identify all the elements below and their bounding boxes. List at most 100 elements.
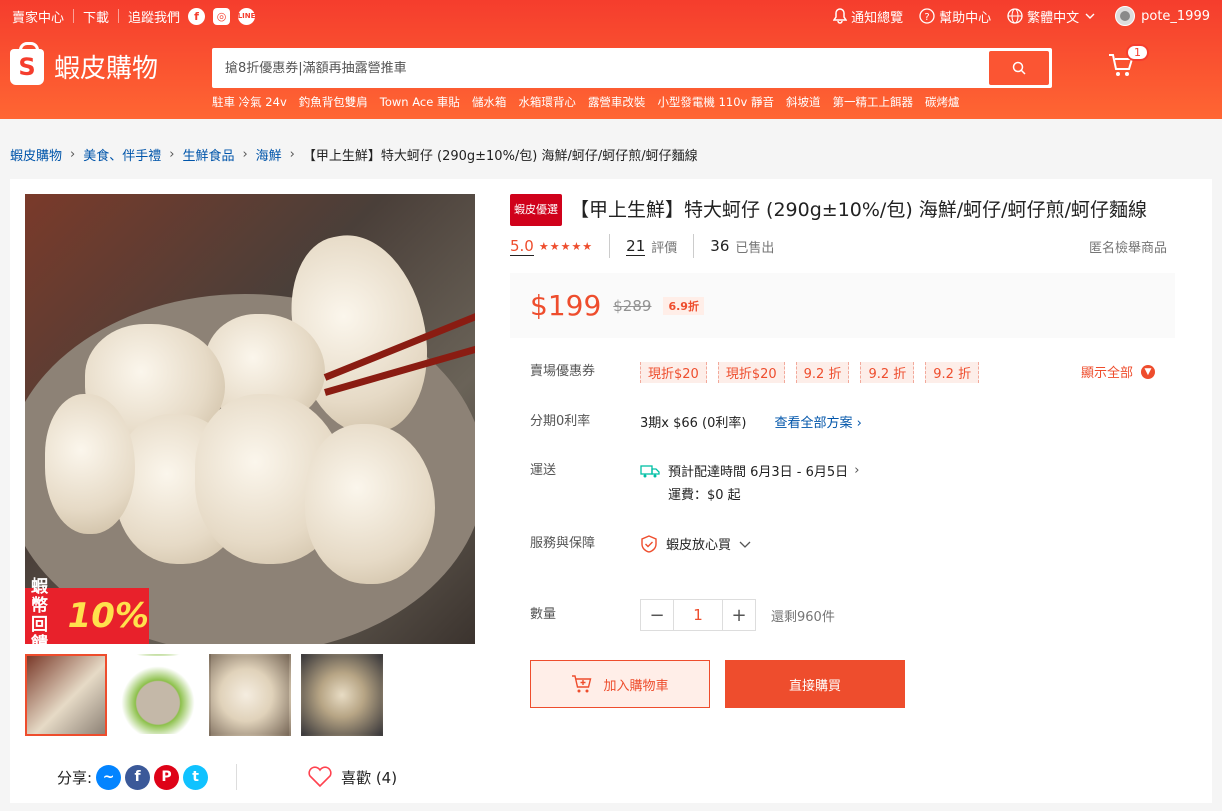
line-icon[interactable]: LINE xyxy=(238,7,255,25)
chevron-right-icon: › xyxy=(70,146,76,162)
follow-us-label: 追蹤我們 xyxy=(128,10,181,26)
chevron-right-icon: › xyxy=(289,146,295,162)
thumbnail[interactable] xyxy=(25,654,107,736)
breadcrumb-item[interactable]: 海鮮 xyxy=(256,145,282,164)
coin-cashback-badge: 蝦幣 回饋 10% xyxy=(25,578,149,644)
twitter-icon[interactable]: t xyxy=(183,764,209,790)
cart-button[interactable]: 1 xyxy=(1108,44,1149,82)
chevron-down-icon xyxy=(1085,13,1095,19)
quantity-input[interactable]: 1 xyxy=(673,600,723,630)
shield-icon xyxy=(641,534,657,553)
download-link[interactable]: 下載 xyxy=(83,7,109,26)
voucher-chip[interactable]: 現折$20 xyxy=(640,362,707,383)
like-count: 喜歡 (4) xyxy=(341,768,398,787)
voucher-row: 賣場優惠券 現折$20 現折$20 9.2 折 9.2 折 9.2 折 顯示全部… xyxy=(510,362,1175,383)
help-link[interactable]: ? 幫助中心 xyxy=(919,7,991,26)
installment-link-text: 查看全部方案 xyxy=(774,416,853,431)
voucher-chip[interactable]: 現折$20 xyxy=(717,362,785,383)
badge-line1: 蝦幣 xyxy=(31,577,48,616)
hot-keyword[interactable]: 駐車 冷氣 24v xyxy=(212,94,287,110)
divider xyxy=(118,9,120,23)
service-dropdown[interactable]: 蝦皮放心買 xyxy=(640,534,751,553)
instagram-icon[interactable]: ◎ xyxy=(213,7,231,25)
cart-count-badge: 1 xyxy=(1126,44,1149,61)
facebook-icon[interactable]: f xyxy=(188,7,206,25)
product-main-image[interactable]: 蝦幣 回饋 10% xyxy=(25,194,475,644)
breadcrumb: 蝦皮購物 › 美食、伴手禮 › 生鮮食品 › 海鮮 › 【甲上生鮮】特大蚵仔 (… xyxy=(0,119,1222,171)
like-button[interactable]: 喜歡 (4) xyxy=(307,766,397,788)
report-link[interactable]: 匿名檢舉商品 xyxy=(1089,237,1167,256)
installment-label: 分期0利率 xyxy=(530,414,591,429)
shipping-eta[interactable]: 預計配達時間 6月3日 - 6月5日 xyxy=(668,461,848,480)
hot-keyword[interactable]: 釣魚背包雙肩 xyxy=(299,94,368,110)
shopee-bag-icon: S xyxy=(10,41,44,85)
search-icon xyxy=(1012,61,1026,75)
username: pote_1999 xyxy=(1141,8,1210,24)
top-bar: 賣家中心 下載 追蹤我們 f ◎ LINE 通知總覽 ? 幫助中心 繁體中文 p… xyxy=(0,0,1222,32)
show-all-vouchers-button[interactable]: 顯示全部 ▼ xyxy=(1081,362,1155,381)
product-title-text: 【甲上生鮮】特大蚵仔 (290g±10%/包) 海鮮/蚵仔/蚵仔煎/蚵仔麵線 xyxy=(570,199,1147,221)
product-info: 蝦皮優選 【甲上生鮮】特大蚵仔 (290g±10%/包) 海鮮/蚵仔/蚵仔煎/蚵… xyxy=(510,194,1175,708)
installment-plans-link[interactable]: 查看全部方案 › xyxy=(774,412,861,431)
thumbnail[interactable] xyxy=(209,654,291,736)
hot-keyword[interactable]: 第一精工上餌器 xyxy=(833,94,914,110)
messenger-icon[interactable]: ~ xyxy=(96,764,122,790)
site-header: 賣家中心 下載 追蹤我們 f ◎ LINE 通知總覽 ? 幫助中心 繁體中文 p… xyxy=(0,0,1222,119)
sold-label: 已售出 xyxy=(735,240,775,256)
breadcrumb-item[interactable]: 蝦皮購物 xyxy=(10,145,62,164)
search-button[interactable] xyxy=(989,51,1049,85)
rating-value[interactable]: 5.0 xyxy=(510,237,534,256)
shopee-logo[interactable]: S 蝦皮購物 xyxy=(10,41,212,85)
voucher-chip[interactable]: 9.2 折 xyxy=(925,362,980,383)
hot-keyword[interactable]: 儲水箱 xyxy=(472,94,507,110)
hot-keywords: 駐車 冷氣 24v 釣魚背包雙肩 Town Ace 車貼 儲水箱 水箱環背心 露… xyxy=(212,94,1052,110)
voucher-chip[interactable]: 9.2 折 xyxy=(795,362,850,383)
increase-button[interactable]: + xyxy=(723,600,755,630)
hot-keyword[interactable]: Town Ace 車貼 xyxy=(380,94,460,110)
add-to-cart-label: 加入購物車 xyxy=(603,678,669,694)
thumbnail[interactable] xyxy=(117,654,199,736)
search-input[interactable] xyxy=(215,60,989,76)
account-menu[interactable]: pote_1999 xyxy=(1115,6,1210,26)
service-row: 服務與保障 蝦皮放心買 xyxy=(510,534,1175,554)
stock-count: 還剩960件 xyxy=(771,609,835,625)
share-row: 分享: ~ f P t 喜歡 (4) xyxy=(25,764,475,790)
service-value: 蝦皮放心買 xyxy=(666,538,732,553)
product-title: 蝦皮優選 【甲上生鮮】特大蚵仔 (290g±10%/包) 海鮮/蚵仔/蚵仔煎/蚵… xyxy=(510,194,1175,226)
shipping-label: 運送 xyxy=(530,463,557,478)
decrease-button[interactable]: − xyxy=(641,600,673,630)
hot-keyword[interactable]: 水箱環背心 xyxy=(518,94,576,110)
add-to-cart-button[interactable]: 加入購物車 xyxy=(530,660,710,708)
divider xyxy=(236,764,238,790)
heart-icon xyxy=(308,766,332,788)
language-selector[interactable]: 繁體中文 xyxy=(1007,7,1099,26)
sold-count: 36 xyxy=(710,237,730,255)
svg-text:?: ? xyxy=(924,12,929,23)
breadcrumb-current: 【甲上生鮮】特大蚵仔 (290g±10%/包) 海鮮/蚵仔/蚵仔煎/蚵仔麵線 xyxy=(302,148,698,164)
bell-icon xyxy=(833,8,848,24)
logo-text: 蝦皮購物 xyxy=(54,54,159,84)
hot-keyword[interactable]: 露營車改裝 xyxy=(588,94,646,110)
chevron-down-icon xyxy=(739,541,751,548)
seller-center-link[interactable]: 賣家中心 xyxy=(12,7,64,26)
buy-now-button[interactable]: 直接購買 xyxy=(725,660,905,708)
voucher-chip[interactable]: 9.2 折 xyxy=(860,362,915,383)
breadcrumb-item[interactable]: 生鮮食品 xyxy=(182,145,234,164)
thumbnail[interactable] xyxy=(301,654,383,736)
notifications-link[interactable]: 通知總覽 xyxy=(833,7,903,26)
shipping-row: 運送 預計配達時間 6月3日 - 6月5日 › 運費：$0 起 xyxy=(510,461,1175,503)
review-count[interactable]: 21 xyxy=(626,237,646,256)
hot-keyword[interactable]: 小型發電機 110v 靜音 xyxy=(657,94,774,110)
buy-now-label: 直接購買 xyxy=(788,678,841,694)
pinterest-icon[interactable]: P xyxy=(154,764,180,790)
hot-keyword[interactable]: 斜坡道 xyxy=(786,94,821,110)
discount-badge: 6.9折 xyxy=(663,296,704,315)
language-label: 繁體中文 xyxy=(1027,10,1080,26)
product-gallery: 蝦幣 回饋 10% 分享: ~ f P t 喜歡 (4) xyxy=(25,194,475,790)
hot-keyword[interactable]: 碳烤爐 xyxy=(925,94,960,110)
globe-icon xyxy=(1007,8,1023,24)
rating-stars-icon: ★★★★★ xyxy=(538,239,594,253)
breadcrumb-item[interactable]: 美食、伴手禮 xyxy=(83,145,161,164)
search-bar xyxy=(212,48,1052,88)
facebook-icon[interactable]: f xyxy=(125,764,151,790)
